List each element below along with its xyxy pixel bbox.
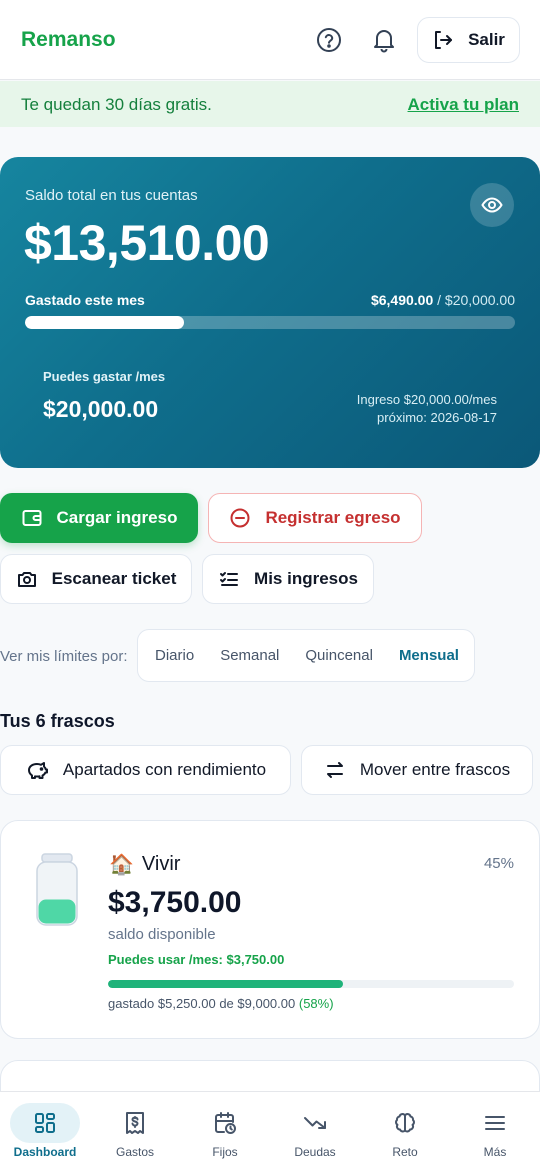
limits-label: Ver mis límites por: (0, 648, 128, 665)
brand-logo[interactable]: Remanso (21, 28, 116, 52)
nav-reto-label: Reto (392, 1145, 418, 1159)
can-spend-amount: $20,000.00 (43, 396, 159, 422)
jar-amount: $3,750.00 (108, 886, 242, 919)
jar-spent-text: gastado $5,250.00 de $9,000.00 (58%) (108, 996, 334, 1011)
jar-percent: 45% (483, 855, 514, 872)
transfer-arrows-icon (326, 762, 343, 778)
can-spend-label: Puedes gastar /mes (43, 369, 166, 384)
nav-dashboard-label: Dashboard (13, 1145, 77, 1159)
scan-ticket-label: Escanear ticket (51, 569, 177, 588)
logout-label: Salir (468, 30, 505, 49)
wallet-icon (22, 510, 42, 526)
receipt-icon (126, 1112, 144, 1134)
nav-fijos-label: Fijos (212, 1145, 238, 1159)
brain-icon (395, 1113, 415, 1133)
limits-period-selector: Diario Semanal Quincenal Mensual (137, 629, 475, 682)
jar-spent-percent: (58%) (298, 996, 334, 1011)
register-expense-label: Registrar egreso (265, 508, 401, 527)
load-income-label: Cargar ingreso (56, 508, 178, 527)
limits-option-weekly[interactable]: Semanal (207, 630, 292, 681)
minus-circle-icon (230, 508, 250, 528)
help-icon[interactable] (314, 25, 344, 55)
logout-button[interactable]: Salir (417, 17, 520, 63)
nav-gastos-label: Gastos (115, 1145, 154, 1159)
spent-amount: $6,490.00 (370, 292, 434, 308)
balance-card: Saldo total en tus cuentas $13,510.00 Ga… (0, 157, 540, 468)
balance-label: Saldo total en tus cuentas (25, 187, 198, 204)
move-between-jars-label: Mover entre frascos (359, 760, 511, 779)
balance-amount: $13,510.00 (24, 215, 270, 271)
scan-ticket-button[interactable]: Escanear ticket (0, 554, 192, 604)
nav-fijos[interactable]: Fijos (180, 1092, 270, 1170)
jar-spent-amounts: gastado $5,250.00 de $9,000.00 (108, 996, 296, 1011)
piggy-bank-icon (27, 762, 48, 779)
spent-values: $6,490.00 / $20,000.00 (371, 292, 515, 308)
spent-label: Gastado este mes (25, 292, 145, 308)
eye-icon (481, 197, 503, 213)
move-between-jars-button[interactable]: Mover entre frascos (301, 745, 533, 795)
jar-card-vivir[interactable]: 🏠 Vivir 45% $3,750.00 saldo disponible P… (0, 820, 540, 1039)
bottom-navigation: Dashboard Gastos Fijos Deudas Reto Más (0, 1091, 540, 1170)
trial-message: Te quedan 30 días gratis. (21, 95, 212, 114)
jar-progress-fill (108, 980, 344, 988)
income-line: Ingreso $20,000.00/mes (356, 392, 497, 407)
nav-deudas[interactable]: Deudas (270, 1092, 360, 1170)
jar-can-use: Puedes usar /mes: $3,750.00 (108, 952, 285, 967)
savings-with-yield-button[interactable]: Apartados con rendimiento (0, 745, 291, 795)
next-income-date: próximo: 2026-08-17 (377, 410, 497, 425)
camera-icon (17, 572, 36, 587)
nav-deudas-label: Deudas (294, 1145, 336, 1159)
nav-gastos[interactable]: Gastos (90, 1092, 180, 1170)
bell-icon[interactable] (369, 25, 399, 55)
savings-with-yield-label: Apartados con rendimiento (62, 760, 267, 779)
nav-mas[interactable]: Más (450, 1092, 540, 1170)
logout-icon (435, 31, 453, 49)
app-header: Remanso Salir (0, 0, 540, 80)
spent-progress-bar (25, 316, 515, 329)
trending-down-icon (304, 1117, 326, 1129)
limits-option-daily[interactable]: Diario (142, 630, 207, 681)
limits-option-biweekly[interactable]: Quincenal (292, 630, 386, 681)
nav-dashboard[interactable]: Dashboard (0, 1092, 90, 1170)
jar-available-label: saldo disponible (108, 926, 216, 943)
jar-name-label: Vivir (141, 853, 181, 875)
checklist-icon (220, 572, 239, 586)
spent-progress-fill (25, 316, 184, 329)
spent-total: / $20,000.00 (433, 292, 515, 308)
jar-name: 🏠 Vivir (109, 852, 180, 877)
dashboard-icon (35, 1113, 55, 1133)
income-info: Ingreso $20,000.00/mes próximo: 2026-08-… (357, 391, 497, 427)
trial-banner: Te quedan 30 días gratis. Activa tu plan (0, 81, 540, 127)
load-income-button[interactable]: Cargar ingreso (0, 493, 198, 543)
my-income-label: Mis ingresos (254, 569, 358, 588)
jar-progress-bar (108, 980, 514, 988)
house-icon: 🏠 (109, 854, 134, 876)
jars-title: Tus 6 frascos (0, 711, 115, 731)
calendar-clock-icon (215, 1112, 236, 1134)
nav-mas-label: Más (483, 1145, 507, 1159)
register-expense-button[interactable]: Registrar egreso (208, 493, 422, 543)
nav-reto[interactable]: Reto (360, 1092, 450, 1170)
limits-option-monthly[interactable]: Mensual (386, 630, 472, 681)
toggle-visibility-button[interactable] (470, 183, 514, 227)
my-income-button[interactable]: Mis ingresos (202, 554, 374, 604)
jar-icon (35, 853, 79, 932)
menu-icon (485, 1116, 505, 1130)
activate-plan-link[interactable]: Activa tu plan (408, 95, 519, 115)
